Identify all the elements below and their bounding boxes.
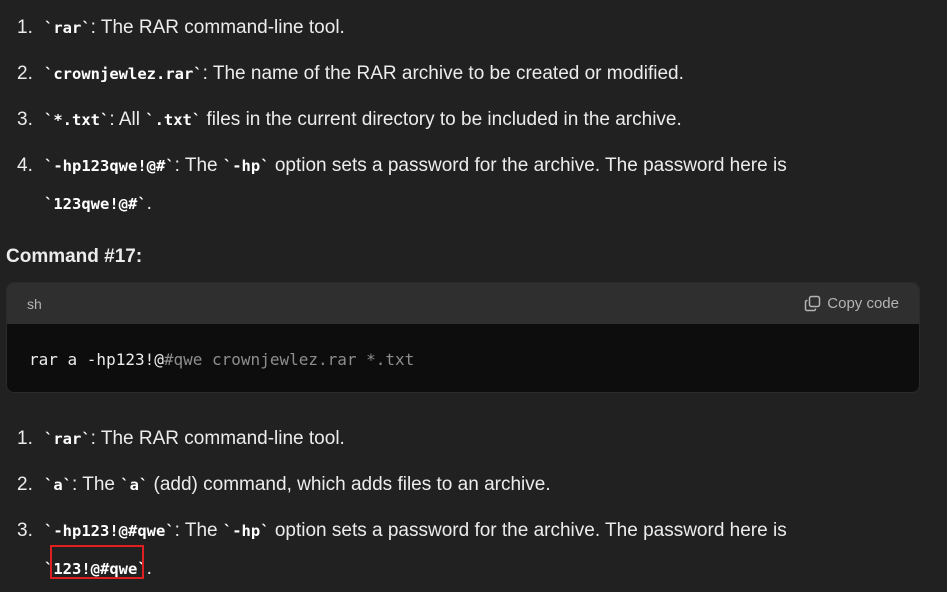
list-text: : The name of the RAR archive to be crea… (202, 63, 684, 84)
list-number: 3. (17, 520, 33, 541)
copy-code-button[interactable]: Copy code (804, 295, 899, 312)
inline-code: `-hp` (222, 157, 270, 175)
inline-code: `-hp123!@#qwe` (44, 522, 175, 540)
list-text: : The RAR command-line tool. (90, 17, 345, 38)
code-text-comment: #qwe crownjewlez.rar *.txt (163, 349, 415, 369)
inline-code: `a` (44, 476, 72, 494)
inline-code: `rar` (44, 19, 91, 37)
list-item: 1. `rar`: The RAR command-line tool. (0, 420, 947, 458)
list-text: (add) command, which adds files to an ar… (148, 474, 551, 495)
inline-code: `-hp` (222, 522, 270, 540)
code-block-header: sh Copy code (7, 283, 919, 324)
code-text-command: rar a -hp123!@ (29, 349, 164, 369)
list-item: 2. `crownjewlez.rar`: The name of the RA… (0, 55, 947, 93)
code-block: sh Copy code rar a -hp123!@ #qwe crownjew… (6, 282, 920, 393)
inline-code: `123!@#qwe` (44, 560, 147, 578)
list-text: : The (72, 474, 121, 495)
list-number: 1. (17, 428, 33, 449)
list-item: 4. `-hp123qwe!@#`: The `-hp` option sets… (0, 147, 947, 223)
inline-code: `-hp123qwe!@#` (44, 157, 175, 175)
code-language-label: sh (27, 295, 42, 312)
explanation-list-2: 1. `rar`: The RAR command-line tool. 2. … (0, 420, 947, 592)
list-text: . (146, 193, 152, 214)
copy-icon (804, 295, 821, 312)
list-text: files in the current directory to be inc… (201, 109, 682, 130)
list-text: option sets a password for the archive. … (269, 520, 787, 541)
code-content[interactable]: rar a -hp123!@ #qwe crownjewlez.rar *.txt (7, 324, 919, 392)
inline-code: `crownjewlez.rar` (44, 65, 203, 83)
inline-code: `.txt` (145, 111, 202, 129)
list-item: 3. `-hp123!@#qwe`: The `-hp` option sets… (0, 512, 947, 588)
list-text: : The (174, 520, 223, 541)
inline-code: `rar` (44, 430, 91, 448)
list-text: option sets a password for the archive. … (269, 155, 787, 176)
list-text: . (146, 558, 152, 579)
inline-code: `123qwe!@#` (44, 195, 147, 213)
list-text: : All (109, 109, 146, 130)
list-text: : The RAR command-line tool. (90, 428, 345, 449)
list-item: 1. `rar`: The RAR command-line tool. (0, 9, 947, 47)
inline-code: `a` (120, 476, 149, 494)
explanation-list-1: 1. `rar`: The RAR command-line tool. 2. … (0, 9, 947, 231)
list-number: 2. (17, 474, 33, 495)
list-item: 2. `a`: The `a` (add) command, which add… (0, 466, 947, 504)
section-heading: Command #17: (6, 246, 143, 267)
list-number: 3. (17, 109, 33, 130)
list-number: 2. (17, 63, 33, 84)
inline-code: `*.txt` (44, 111, 110, 129)
list-text: : The (174, 155, 223, 176)
list-number: 4. (17, 155, 33, 176)
copy-code-label: Copy code (827, 295, 899, 312)
list-number: 1. (17, 17, 33, 38)
list-item: 3. `*.txt`: All `.txt` files in the curr… (0, 101, 947, 139)
